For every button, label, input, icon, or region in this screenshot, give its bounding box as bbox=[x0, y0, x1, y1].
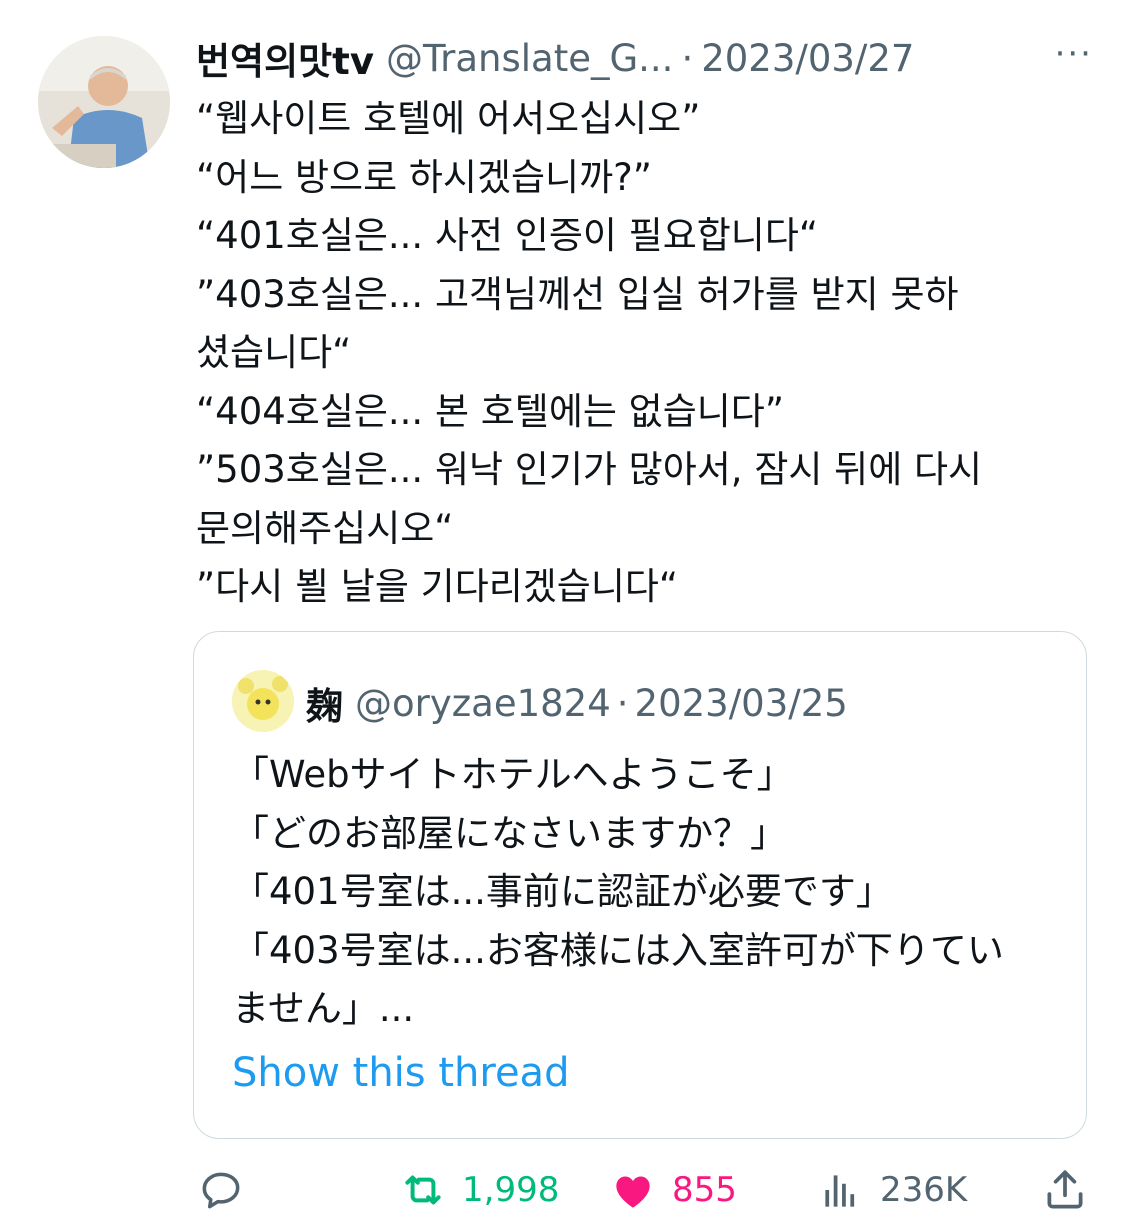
quoted-handle: @oryzae1824 bbox=[355, 681, 611, 725]
quoted-line: 「401号室は...事前に認証が必要です」 bbox=[232, 870, 893, 913]
avatar-photo bbox=[38, 36, 170, 168]
tweet-text: “웹사이트 호텔에 어서오십시오” “어느 방으로 하시겠습니까?” “401호… bbox=[196, 90, 1076, 617]
separator-dot: · bbox=[681, 36, 694, 80]
quoted-header: 麹 @oryzae1824 · 2023/03/25 bbox=[306, 676, 848, 730]
share-button[interactable] bbox=[1040, 1160, 1090, 1220]
action-bar: 1,998 855 236K bbox=[0, 1160, 1125, 1220]
display-name[interactable]: 번역의맛tv bbox=[196, 31, 374, 85]
tweet-line: “404호실은... 본 호텔에는 없습니다” bbox=[196, 389, 785, 433]
share-icon bbox=[1047, 1170, 1083, 1209]
avatar[interactable] bbox=[38, 36, 170, 168]
quoted-line: ません」... bbox=[232, 987, 415, 1030]
quoted-tweet-card[interactable]: 麹 @oryzae1824 · 2023/03/25 「Webサイトホテルへよう… bbox=[193, 631, 1087, 1139]
reply-button[interactable] bbox=[196, 1160, 246, 1220]
quoted-avatar-image bbox=[232, 670, 294, 732]
quoted-date: 2023/03/25 bbox=[634, 681, 848, 725]
more-options-icon[interactable]: ··· bbox=[1055, 34, 1093, 74]
tweet-line: ”다시 뵐 날을 기다리겠습니다“ bbox=[196, 565, 679, 608]
tweet-line: ”503호실은... 워낙 인기가 많아서, 잠시 뒤에 다시 bbox=[196, 448, 983, 491]
retweet-button[interactable]: 1,998 bbox=[398, 1160, 559, 1220]
quoted-line: 「どのお部屋になさいますか？」 bbox=[232, 811, 787, 855]
tweet-date[interactable]: 2023/03/27 bbox=[701, 37, 914, 80]
retweet-icon bbox=[405, 1175, 441, 1205]
heart-icon bbox=[616, 1176, 650, 1208]
tweet-line: ”403호실은... 고객님께선 입실 허가를 받지 못하 bbox=[196, 272, 959, 316]
tweet-line: 셨습니다“ bbox=[196, 331, 352, 374]
quoted-avatar bbox=[232, 670, 294, 732]
reply-icon bbox=[202, 1172, 240, 1209]
tweet-line: “401호실은... 사전 인증이 필요합니다“ bbox=[196, 214, 819, 257]
tweet-line: “어느 방으로 하시겠습니까?” bbox=[196, 155, 652, 199]
quoted-display-name: 麹 bbox=[306, 685, 343, 728]
tweet-line: 문의해주십시오“ bbox=[196, 506, 454, 550]
like-button[interactable]: 855 bbox=[608, 1160, 737, 1220]
tweet-line: “웹사이트 호텔에 어서오십시오” bbox=[196, 97, 701, 140]
like-count: 855 bbox=[672, 1170, 737, 1210]
separator-dot: · bbox=[616, 681, 629, 725]
tweet-header: 번역의맛tv @Translate_G... · 2023/03/27 ··· bbox=[196, 31, 1097, 85]
user-handle[interactable]: @Translate_G... bbox=[386, 37, 673, 80]
quoted-line: 「403号室は...お客様には入室許可が下りてい bbox=[232, 928, 1004, 972]
quoted-line: 「Webサイトホテルへようこそ」 bbox=[232, 753, 794, 796]
views-count: 236K bbox=[880, 1170, 968, 1210]
retweet-count: 1,998 bbox=[462, 1170, 560, 1210]
views-button[interactable]: 236K bbox=[816, 1160, 967, 1220]
quoted-text: 「Webサイトホテルへようこそ」 「どのお部屋になさいますか？」 「401号室は… bbox=[232, 746, 1062, 1039]
show-thread-link[interactable]: Show this thread bbox=[232, 1050, 569, 1096]
views-icon bbox=[825, 1175, 855, 1207]
